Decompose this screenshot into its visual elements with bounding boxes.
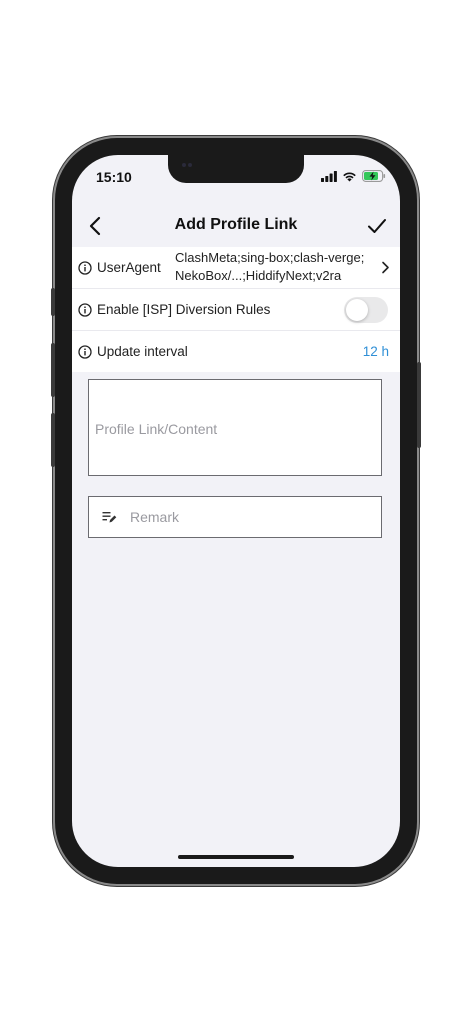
status-icons [321,170,386,182]
info-icon [78,344,92,359]
chevron-right-icon [382,261,389,274]
wifi-icon [343,171,356,181]
toggle-knob [346,298,368,321]
settings-group: UserAgent ClashMeta;sing-box;clash-verge… [72,247,400,372]
phone-mute-switch [51,288,55,316]
profile-link-input[interactable]: Profile Link/Content [88,379,382,476]
phone-volume-down [51,413,55,467]
remark-input[interactable]: Remark [88,496,382,538]
edit-notes-icon [102,512,117,523]
update-interval-label: Update interval [97,344,188,359]
checkmark-icon[interactable] [366,215,388,237]
info-icon [78,302,92,317]
user-agent-value: ClashMeta;sing-box;clash-verge;NekoBox/.… [175,250,365,283]
user-agent-label: UserAgent [97,260,161,275]
nav-bar: Add Profile Link [72,207,400,245]
phone-volume-up [51,343,55,397]
user-agent-row[interactable]: UserAgent ClashMeta;sing-box;clash-verge… [72,247,400,289]
isp-diversion-row: Enable [ISP] Diversion Rules [72,289,400,331]
app-screen: 15:10 Add Profile Link UserAgent ClashMe… [72,155,400,867]
update-interval-value[interactable]: 12 h [363,344,389,359]
info-icon [78,260,92,275]
status-bar: 15:10 [72,155,400,195]
remark-placeholder: Remark [130,509,180,525]
page-title: Add Profile Link [174,216,298,233]
profile-link-placeholder: Profile Link/Content [95,421,218,437]
isp-diversion-toggle[interactable] [344,296,388,323]
status-time: 15:10 [96,169,132,185]
home-indicator [178,855,294,859]
isp-diversion-label: Enable [ISP] Diversion Rules [97,302,271,317]
signal-icon [321,170,337,182]
phone-power-button [417,362,421,448]
battery-charging-icon [362,170,386,182]
update-interval-row[interactable]: Update interval 12 h [72,331,400,372]
